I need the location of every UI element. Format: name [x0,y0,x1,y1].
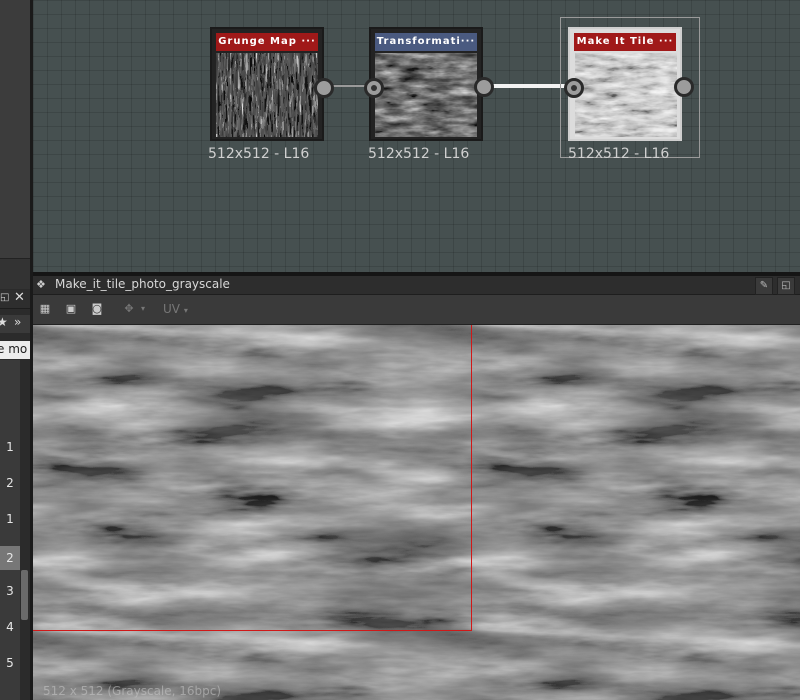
node-size-label: 512x512 - L16 [368,146,470,162]
node-title: Transformati··· [375,33,477,51]
node-size-label: 512x512 - L16 [208,146,310,162]
graph-node-transformation[interactable]: Transformati··· [369,27,483,141]
node-title: Grunge Map ··· [216,33,318,51]
uv-label: UV [163,302,180,316]
node-thumbnail [375,53,477,137]
list-item[interactable]: 5 [0,656,20,670]
tile-boundary-frame [33,325,472,631]
node-thumbnail [575,53,677,137]
chevron-down-icon: ▾ [183,306,188,315]
list-item[interactable]: 1 [0,512,20,526]
left-panel-header: ◱ ✕ [0,290,30,309]
graph-node-grunge-map[interactable]: Grunge Map ··· [210,27,324,141]
output-port[interactable] [314,78,334,98]
output-port[interactable] [474,77,494,97]
node-thumbnail [216,53,318,137]
list-item[interactable]: 4 [0,620,20,634]
left-panel-scroll-thumb[interactable] [21,570,28,620]
list-item[interactable]: 2 [0,476,20,490]
save-icon[interactable]: ▣ [65,303,77,315]
left-panel-filter[interactable]: e mo [0,341,30,359]
2d-view-toolbar: ▦ ▣ ◙ ✥ ▾ UV ▾ [33,295,800,325]
2d-view-canvas[interactable]: 512 x 512 (Grayscale, 16bpc) [33,325,800,700]
list-item[interactable]: 1 [0,440,20,454]
graph-node-make-it-tile[interactable]: Make It Tile ··· [568,27,682,141]
camera-icon[interactable]: ◙ [91,303,103,315]
list-item[interactable]: 3 [0,584,20,598]
graph-wire-active [491,84,571,88]
graph-wire [332,85,368,87]
left-dock-footer [0,258,30,289]
image-info-label: 512 x 512 (Grayscale, 16bpc) [43,684,222,698]
float-window-icon[interactable]: ◱ [0,292,9,304]
close-icon[interactable]: ✕ [14,290,25,305]
input-port[interactable] [364,78,384,98]
left-panel-list: 1 2 1 2 3 4 5 [0,360,20,700]
2d-view-icon: ❖ [36,278,46,291]
input-port[interactable] [564,78,584,98]
float-window-icon[interactable]: ◱ [777,277,795,295]
left-dock-panel [0,0,30,258]
expand-chevron-icon[interactable]: » [14,315,21,329]
transform-icon[interactable]: ✥ [123,303,135,315]
node-title: Make It Tile ··· [574,33,676,51]
left-panel-toolbar: ★ » [0,315,30,333]
uv-dropdown[interactable]: UV ▾ [163,302,188,316]
channel-display-icon[interactable]: ▦ [39,303,51,315]
2d-view-title: Make_it_tile_photo_grayscale [55,277,230,291]
star-icon[interactable]: ★ [0,315,8,329]
graph-canvas[interactable]: Grunge Map ··· 512x512 - L16 Transformat… [33,0,800,272]
chevron-down-icon[interactable]: ▾ [137,303,149,315]
left-panel-filter-text: e mo [0,342,28,356]
2d-view-titlebar: ❖ Make_it_tile_photo_grayscale ✎ ◱ [33,276,800,295]
node-size-label: 512x512 - L16 [568,146,670,162]
left-panel-scrollbar[interactable] [20,360,30,700]
pin-icon[interactable]: ✎ [755,277,773,295]
list-item-selected[interactable]: 2 [0,546,20,570]
output-port[interactable] [674,77,694,97]
